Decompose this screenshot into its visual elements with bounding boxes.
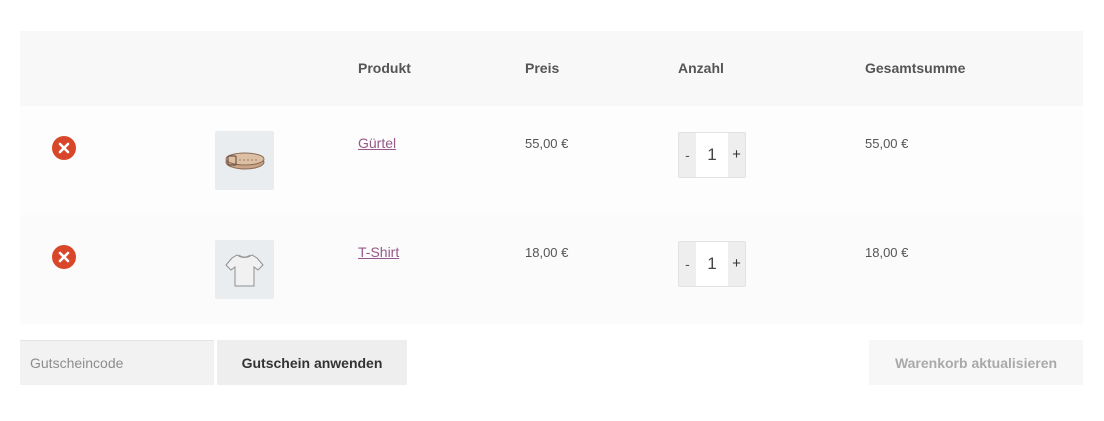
product-price: 55,00 €: [525, 136, 569, 151]
close-icon: [58, 142, 70, 154]
header-product: Produkt: [358, 60, 411, 76]
product-thumbnail[interactable]: [215, 131, 274, 190]
quantity-decrease-button[interactable]: -: [679, 133, 696, 177]
remove-item-button[interactable]: [52, 136, 76, 160]
cart-header-row: Produkt Preis Anzahl Gesamtsumme: [20, 31, 1083, 106]
quantity-stepper: - +: [678, 241, 746, 287]
quantity-increase-button[interactable]: +: [728, 242, 745, 286]
quantity-increase-button[interactable]: +: [728, 133, 745, 177]
coupon-code-input[interactable]: [20, 340, 214, 385]
cart-item-row: T-Shirt 18,00 € - + 18,00 €: [20, 215, 1083, 324]
close-icon: [58, 251, 70, 263]
product-price: 18,00 €: [525, 245, 569, 260]
quantity-input[interactable]: [696, 133, 728, 177]
product-subtotal: 18,00 €: [865, 245, 909, 260]
tshirt-icon: [225, 254, 264, 287]
product-subtotal: 55,00 €: [865, 136, 909, 151]
cart-table: Produkt Preis Anzahl Gesamtsumme Gürtel …: [20, 31, 1083, 324]
belt-icon: [225, 152, 265, 170]
cart-item-row: Gürtel 55,00 € - + 55,00 €: [20, 106, 1083, 215]
apply-coupon-button[interactable]: Gutschein anwenden: [217, 340, 407, 385]
header-quantity: Anzahl: [678, 60, 724, 76]
product-name-link[interactable]: Gürtel: [358, 135, 396, 151]
remove-item-button[interactable]: [52, 245, 76, 269]
header-price: Preis: [525, 60, 560, 76]
quantity-input[interactable]: [696, 242, 728, 286]
product-thumbnail[interactable]: [215, 240, 274, 299]
update-cart-button[interactable]: Warenkorb aktualisieren: [869, 340, 1083, 385]
quantity-stepper: - +: [678, 132, 746, 178]
product-name-link[interactable]: T-Shirt: [358, 244, 399, 260]
header-subtotal: Gesamtsumme: [865, 60, 966, 76]
quantity-decrease-button[interactable]: -: [679, 242, 696, 286]
